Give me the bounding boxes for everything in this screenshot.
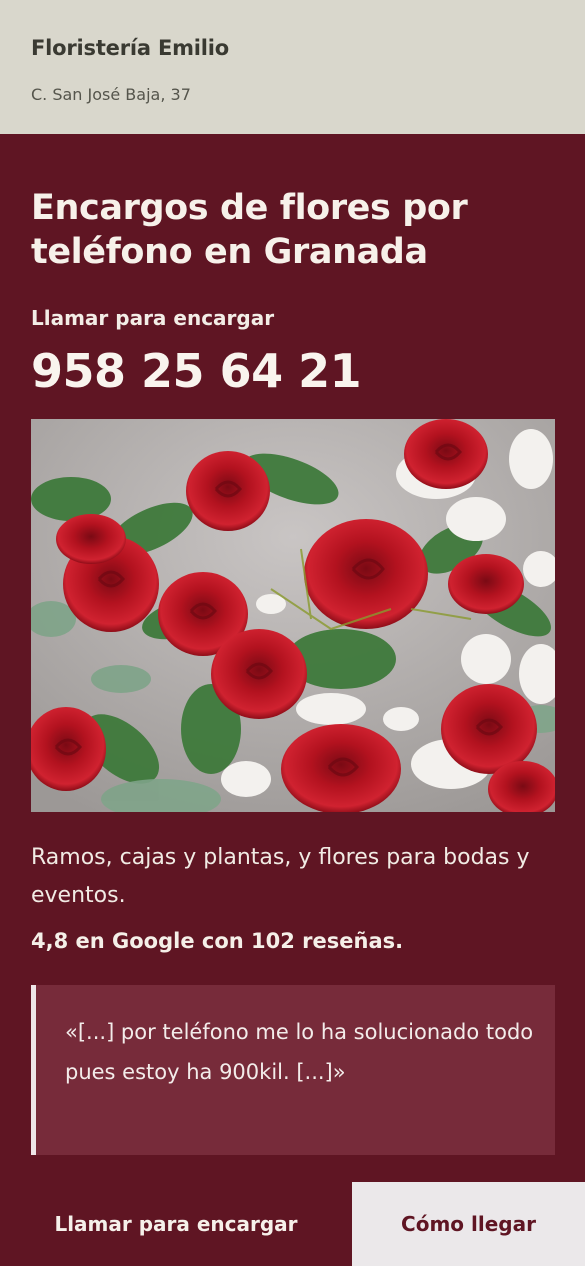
- call-to-order-button[interactable]: Llamar para encargar: [0, 1182, 352, 1266]
- phone-number-link[interactable]: 958 25 64 21: [31, 344, 362, 398]
- main-content: Encargos de flores por teléfono en Grana…: [0, 134, 585, 1155]
- google-rating: 4,8 en Google con 102 reseñas.: [31, 929, 404, 953]
- business-address: C. San José Baja, 37: [31, 85, 191, 104]
- page-headline: Encargos de flores por teléfono en Grana…: [31, 188, 468, 272]
- directions-button[interactable]: Cómo llegar: [352, 1182, 585, 1266]
- bottom-action-bar: Llamar para encargar Cómo llegar: [0, 1182, 585, 1266]
- business-name: Floristería Emilio: [31, 36, 229, 60]
- page: Floristería Emilio C. San José Baja, 37 …: [0, 0, 585, 1266]
- call-to-order-label: Llamar para encargar: [31, 306, 275, 330]
- review-quote: «[...] por teléfono me lo ha solucionado…: [31, 985, 555, 1155]
- business-description: Ramos, cajas y plantas, y flores para bo…: [31, 845, 530, 908]
- top-header: Floristería Emilio C. San José Baja, 37: [0, 0, 585, 134]
- bouquet-photo: [31, 419, 555, 812]
